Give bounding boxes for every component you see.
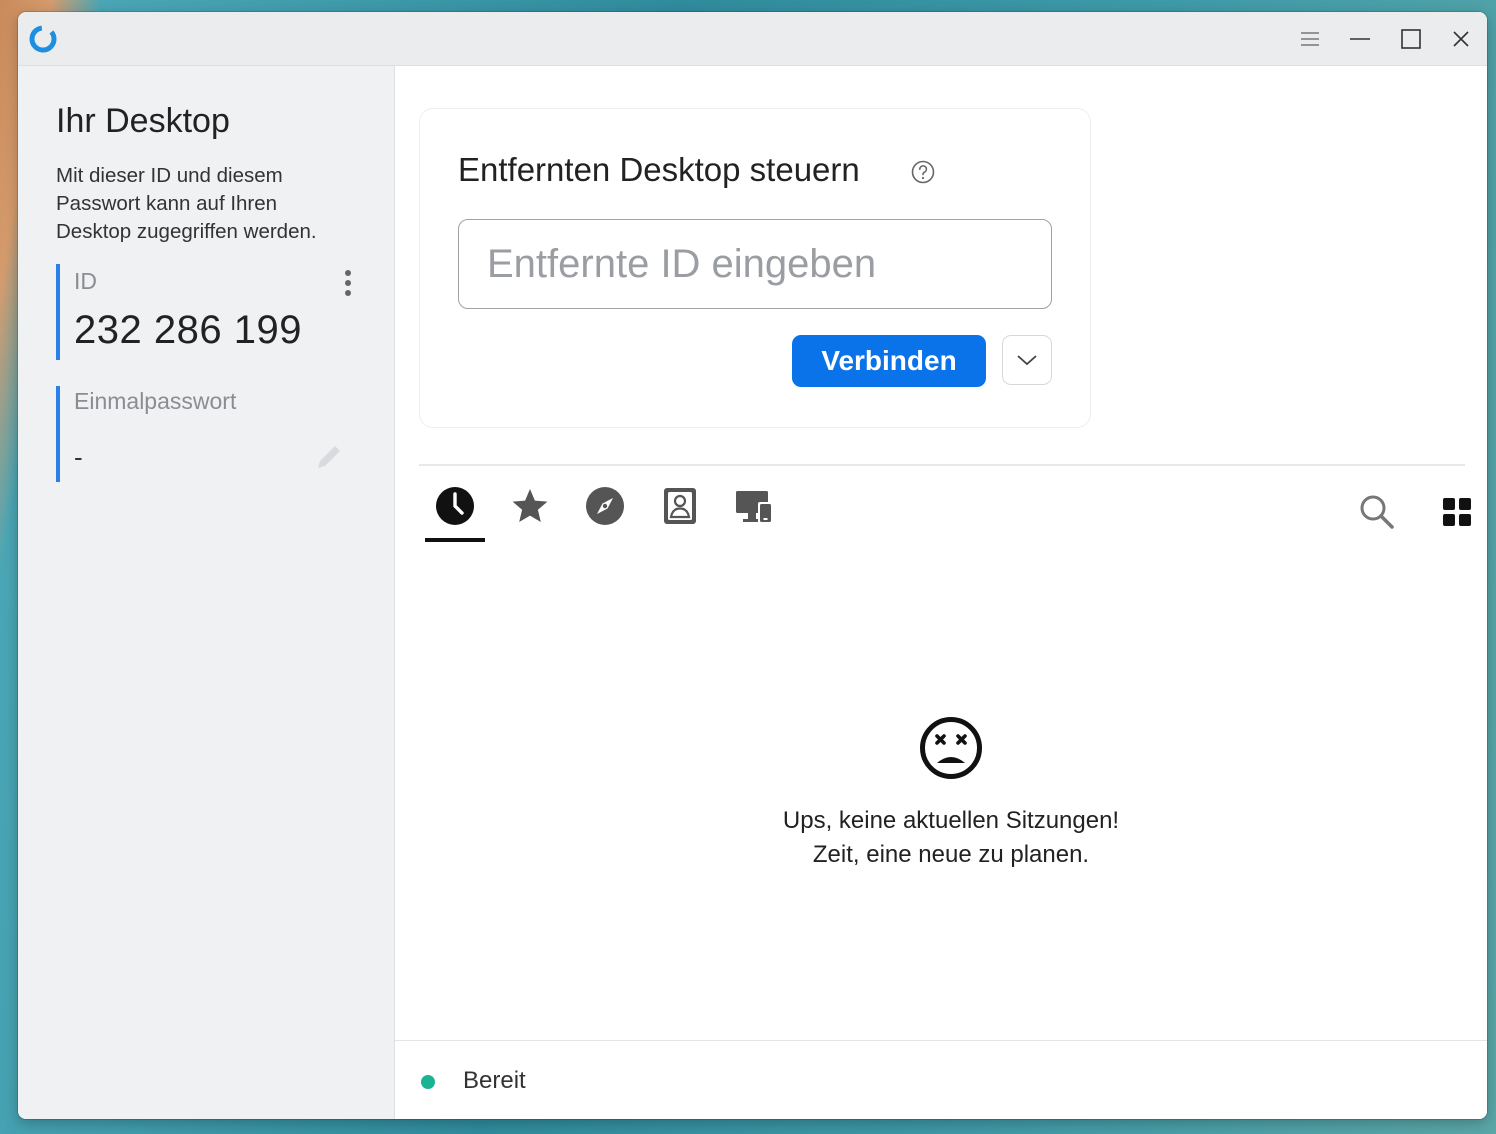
sidebar-description: Mit dieser ID und diesem Passwort kann a… xyxy=(56,164,317,243)
connect-card: Entfernten Desktop steuern Verbinden xyxy=(419,108,1091,428)
edit-pencil-icon[interactable] xyxy=(310,440,346,476)
tab-favorites[interactable] xyxy=(500,486,560,542)
app-window: Ihr Desktop Mit dieser ID und diesem Pas… xyxy=(18,12,1487,1119)
devices-icon xyxy=(736,491,773,524)
empty-state-line-2: Zeit, eine neue zu planen. xyxy=(812,841,1090,868)
id-options-icon[interactable] xyxy=(340,268,356,298)
section-divider xyxy=(419,464,1465,466)
status-bar: Bereit xyxy=(395,1040,1487,1119)
connect-options-button[interactable] xyxy=(1002,335,1052,385)
star-icon xyxy=(512,489,548,522)
contact-icon xyxy=(664,488,696,524)
compass-icon xyxy=(586,487,624,525)
id-section: ID 232 286 199 xyxy=(56,264,360,360)
id-label: ID xyxy=(74,268,97,294)
close-button[interactable] xyxy=(1445,24,1477,54)
app-logo-icon xyxy=(29,25,57,53)
menu-icon xyxy=(1301,32,1319,46)
status-text: Bereit xyxy=(463,1067,526,1094)
title-bar[interactable] xyxy=(18,12,1487,66)
minimize-icon xyxy=(1350,38,1370,40)
tab-recent-sessions[interactable] xyxy=(425,486,485,542)
tab-devices[interactable] xyxy=(725,486,785,542)
status-indicator xyxy=(421,1075,435,1089)
search-button[interactable] xyxy=(1357,492,1397,532)
help-icon[interactable] xyxy=(910,159,936,185)
empty-state-message: Ups, keine aktuellen Sitzungen! Zeit, ei… xyxy=(651,804,1251,872)
connect-button[interactable]: Verbinden xyxy=(792,335,986,387)
close-icon xyxy=(1453,31,1469,47)
chevron-down-icon xyxy=(1017,355,1037,366)
main-panel: Entfernten Desktop steuern Verbinden xyxy=(395,66,1487,1119)
maximize-icon xyxy=(1401,29,1421,49)
minimize-button[interactable] xyxy=(1344,24,1376,54)
empty-state-line-1: Ups, keine aktuellen Sitzungen! xyxy=(782,807,1120,834)
dizzy-face-icon xyxy=(920,717,982,779)
sidebar: Ihr Desktop Mit dieser ID und diesem Pas… xyxy=(18,66,395,1119)
grid-view-icon xyxy=(1443,498,1471,526)
id-value[interactable]: 232 286 199 xyxy=(74,308,302,353)
connect-title: Entfernten Desktop steuern xyxy=(458,151,860,188)
maximize-button[interactable] xyxy=(1395,24,1427,54)
view-toggle-button[interactable] xyxy=(1437,492,1477,532)
tab-discovered[interactable] xyxy=(575,486,635,542)
password-section: Einmalpasswort - xyxy=(56,386,360,482)
sidebar-title: Ihr Desktop xyxy=(56,102,230,140)
search-icon xyxy=(1360,495,1394,529)
password-value[interactable]: - xyxy=(74,442,83,473)
clock-icon xyxy=(436,487,474,525)
menu-button[interactable] xyxy=(1294,24,1326,54)
tab-address-book[interactable] xyxy=(650,486,710,542)
remote-id-input[interactable] xyxy=(458,219,1052,309)
password-label: Einmalpasswort xyxy=(74,388,237,414)
